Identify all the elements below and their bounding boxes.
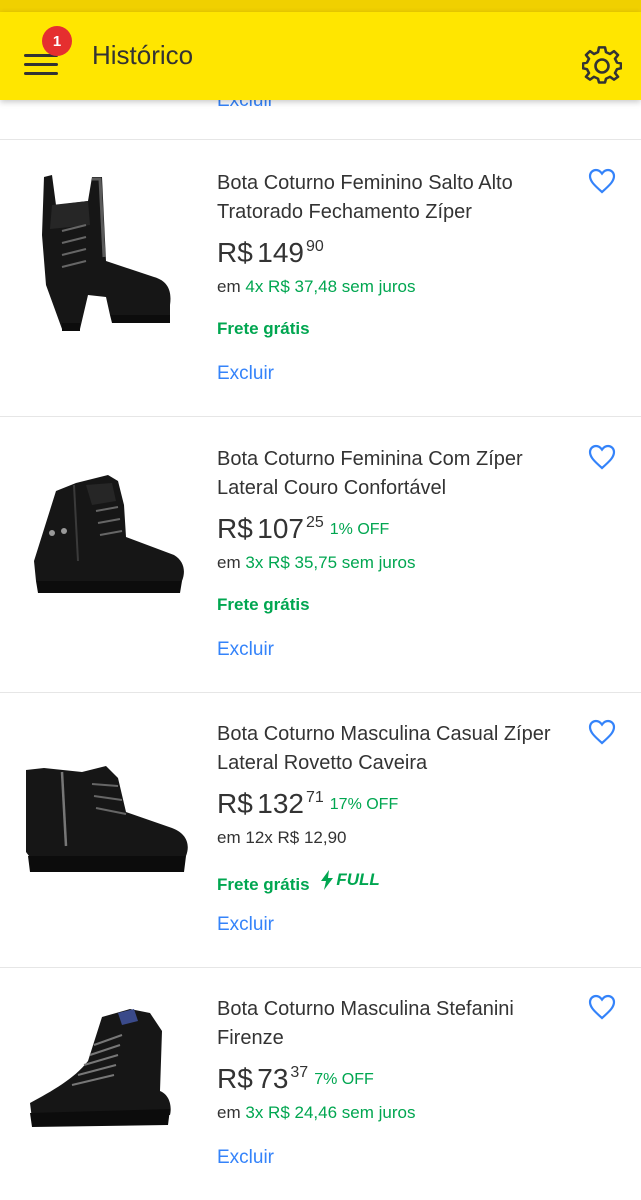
discount-badge: 1% OFF [329, 521, 390, 538]
previous-item-stub: Excluir [0, 100, 641, 140]
price-integer: 149 [257, 237, 304, 268]
remove-link[interactable]: Excluir [217, 1147, 274, 1169]
favorite-button[interactable] [588, 994, 616, 1020]
app-header: 1 Histórico [0, 12, 641, 100]
heart-icon [588, 444, 616, 470]
price-cents: 90 [305, 238, 324, 255]
heart-icon [588, 168, 616, 194]
installments: em 4x R$ 37,48 sem juros [217, 277, 416, 296]
price-currency: R$ [217, 513, 253, 544]
price: R$ 73 37 7% OFF [217, 1063, 374, 1095]
product-title[interactable]: Bota Coturno Masculina Stefanini Firenze [217, 995, 577, 1053]
settings-button[interactable] [581, 46, 624, 88]
price-integer: 73 [257, 1063, 289, 1094]
status-bar [0, 0, 641, 12]
product-image[interactable] [22, 991, 192, 1161]
lightning-icon [321, 870, 334, 890]
price-integer: 107 [257, 513, 304, 544]
favorite-button[interactable] [588, 444, 616, 470]
product-image[interactable] [22, 165, 192, 335]
discount-badge: 7% OFF [314, 1071, 374, 1088]
price-integer: 132 [257, 788, 304, 819]
heart-icon [588, 994, 616, 1020]
price: R$ 107 25 1% OFF [217, 513, 389, 545]
product-card[interactable]: Bota Coturno Masculina Stefanini Firenze… [0, 967, 641, 1200]
free-shipping-label: Frete grátis [217, 595, 310, 614]
price-currency: R$ [217, 237, 253, 268]
price-currency: R$ [217, 1063, 253, 1094]
product-title[interactable]: Bota Coturno Feminino Salto Alto Tratora… [217, 169, 577, 227]
free-shipping-label: Frete grátis [217, 319, 310, 338]
product-card[interactable]: Bota Coturno Feminino Salto Alto Tratora… [0, 141, 641, 417]
product-image[interactable] [22, 441, 192, 611]
product-card[interactable]: Bota Coturno Masculina Casual Zíper Late… [0, 692, 641, 968]
product-title[interactable]: Bota Coturno Feminina Com Zíper Lateral … [217, 445, 577, 503]
heart-icon [588, 719, 616, 745]
product-title[interactable]: Bota Coturno Masculina Casual Zíper Late… [217, 720, 577, 778]
remove-link[interactable]: Excluir [217, 100, 274, 112]
price-cents: 25 [305, 514, 324, 531]
discount-badge: 17% OFF [329, 796, 399, 813]
favorite-button[interactable] [588, 168, 616, 194]
installments: em 12x R$ 12,90 [217, 828, 347, 847]
remove-link[interactable]: Excluir [217, 639, 274, 661]
price-currency: R$ [217, 788, 253, 819]
page-title: Histórico [92, 40, 194, 70]
remove-link[interactable]: Excluir [217, 914, 274, 936]
product-card[interactable]: Bota Coturno Feminina Com Zíper Lateral … [0, 417, 641, 693]
price-cents: 37 [290, 1064, 309, 1081]
remove-link[interactable]: Excluir [217, 363, 274, 385]
installments: em 3x R$ 35,75 sem juros [217, 553, 416, 572]
favorite-button[interactable] [588, 719, 616, 745]
gear-icon [581, 46, 623, 84]
price: R$ 149 90 [217, 237, 324, 269]
product-image[interactable] [22, 716, 192, 886]
installments: em 3x R$ 24,46 sem juros [217, 1103, 416, 1122]
free-shipping-label: Frete grátis FULL [217, 870, 380, 894]
full-badge: FULL [320, 870, 380, 890]
price: R$ 132 71 17% OFF [217, 788, 398, 820]
price-cents: 71 [305, 789, 324, 806]
notification-badge: 1 [42, 26, 72, 56]
